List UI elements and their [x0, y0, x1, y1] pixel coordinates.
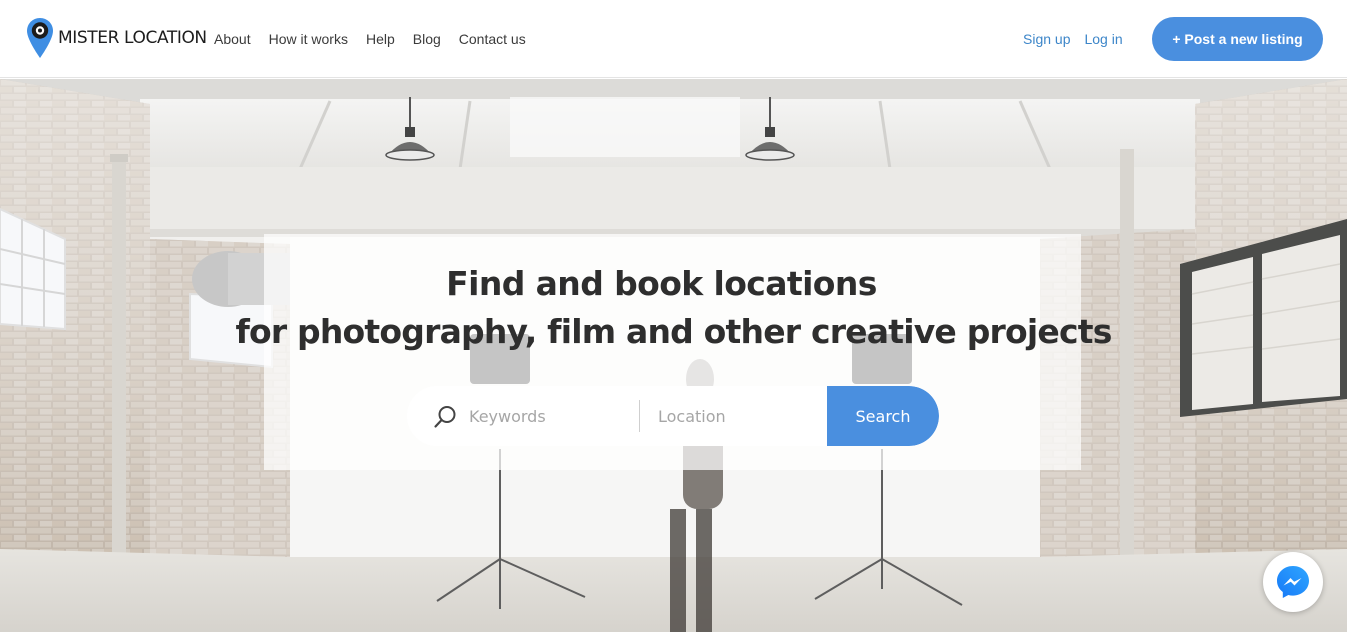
hero-headline: Find and book locations for photography,…: [0, 264, 1347, 360]
post-listing-button[interactable]: + Post a new listing: [1152, 17, 1323, 61]
search-icon: [434, 406, 456, 428]
log-in-link[interactable]: Log in: [1084, 30, 1122, 48]
brand-name-part1: MISTER: [58, 28, 120, 48]
search-bar: Search: [407, 386, 939, 446]
nav-help[interactable]: Help: [366, 30, 395, 48]
hero-headline-line1: Find and book locations: [446, 264, 877, 303]
messenger-icon: [1277, 566, 1309, 598]
hero-headline-line2: for photography, film and other creative…: [235, 312, 1112, 351]
search-field-divider: [639, 400, 640, 432]
brand-logo[interactable]: MISTER LOCATION: [26, 17, 207, 59]
nav-about[interactable]: About: [214, 30, 251, 48]
sign-up-link[interactable]: Sign up: [1023, 30, 1070, 48]
brand-name-part2: LOCATION: [124, 28, 207, 48]
messenger-chat-button[interactable]: [1263, 552, 1323, 612]
top-navigation-bar: MISTER LOCATION About How it works Help …: [0, 0, 1347, 78]
nav-contact-us[interactable]: Contact us: [459, 30, 526, 48]
nav-blog[interactable]: Blog: [413, 30, 441, 48]
brand-name: MISTER LOCATION: [58, 17, 207, 59]
main-nav: About How it works Help Blog Contact us: [214, 30, 526, 48]
auth-links: Sign up Log in: [1023, 30, 1123, 48]
map-pin-icon: [27, 18, 53, 58]
location-input[interactable]: [658, 386, 826, 446]
keywords-input[interactable]: [469, 386, 637, 446]
search-button[interactable]: Search: [827, 386, 939, 446]
nav-how-it-works[interactable]: How it works: [269, 30, 348, 48]
